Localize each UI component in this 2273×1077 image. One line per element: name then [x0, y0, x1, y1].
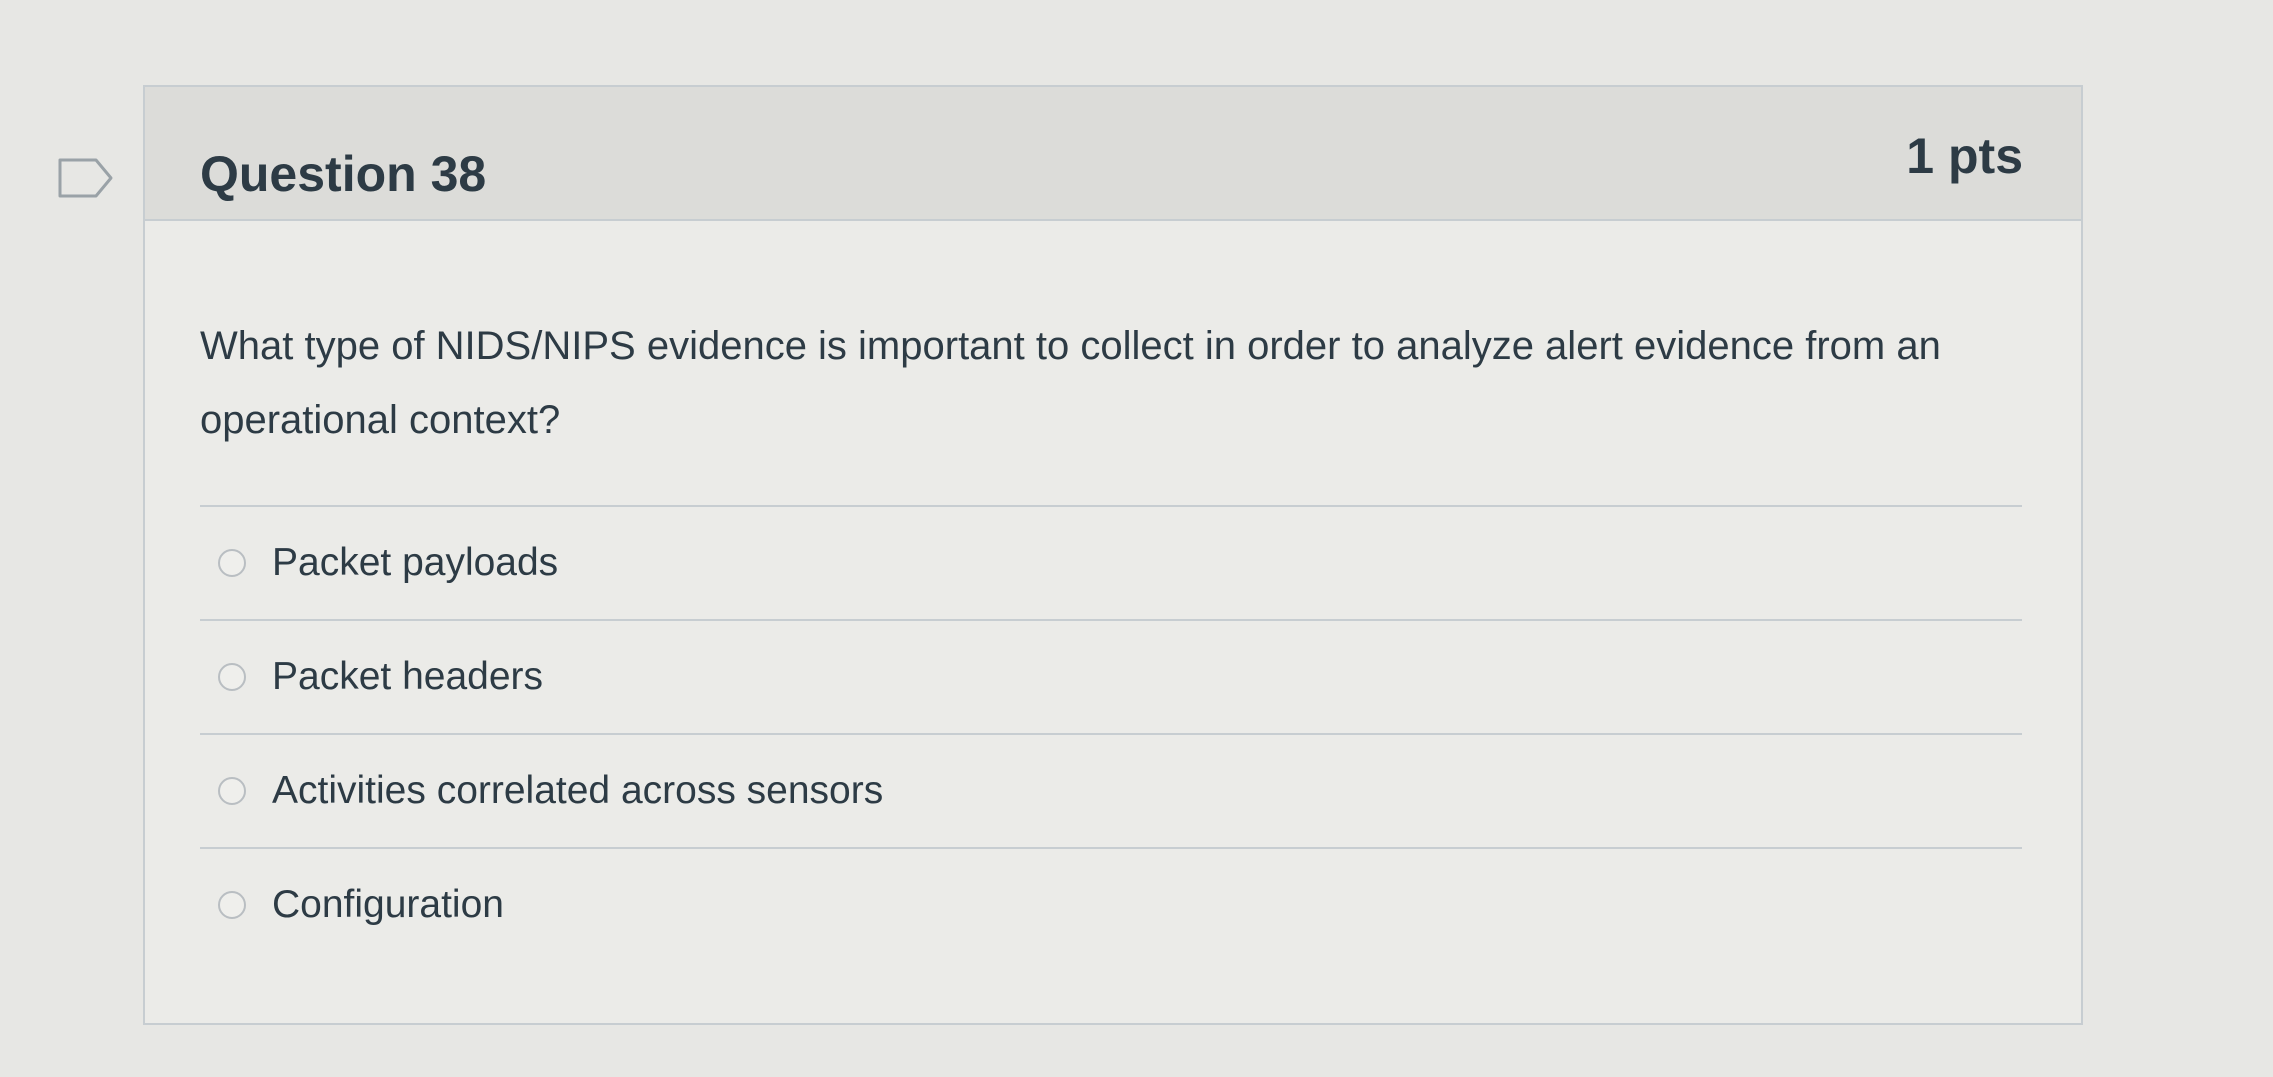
radio-button[interactable] — [218, 777, 246, 805]
question-points: 1 pts — [1906, 128, 2023, 184]
answer-label[interactable]: Activities correlated across sensors — [272, 769, 883, 813]
answer-option[interactable]: Activities correlated across sensors — [200, 735, 2022, 849]
answer-option[interactable]: Packet headers — [200, 621, 2022, 735]
answer-label[interactable]: Packet payloads — [272, 541, 558, 585]
question-title: Question 38 — [200, 146, 487, 202]
answer-option[interactable]: Packet payloads — [200, 507, 2022, 621]
answer-label[interactable]: Configuration — [272, 883, 504, 927]
question-text: What type of NIDS/NIPS evidence is impor… — [200, 324, 1941, 442]
answer-list: Packet payloads Packet headers Activitie… — [200, 505, 2022, 961]
radio-button[interactable] — [218, 891, 246, 919]
answer-option[interactable]: Configuration — [200, 849, 2022, 961]
radio-button[interactable] — [218, 549, 246, 577]
radio-button[interactable] — [218, 663, 246, 691]
question-card: Question 38 1 pts What type of NIDS/NIPS… — [143, 85, 2083, 1025]
question-header: Question 38 1 pts — [145, 87, 2081, 221]
bookmark-flag-icon[interactable] — [58, 158, 114, 198]
answer-label[interactable]: Packet headers — [272, 655, 543, 699]
